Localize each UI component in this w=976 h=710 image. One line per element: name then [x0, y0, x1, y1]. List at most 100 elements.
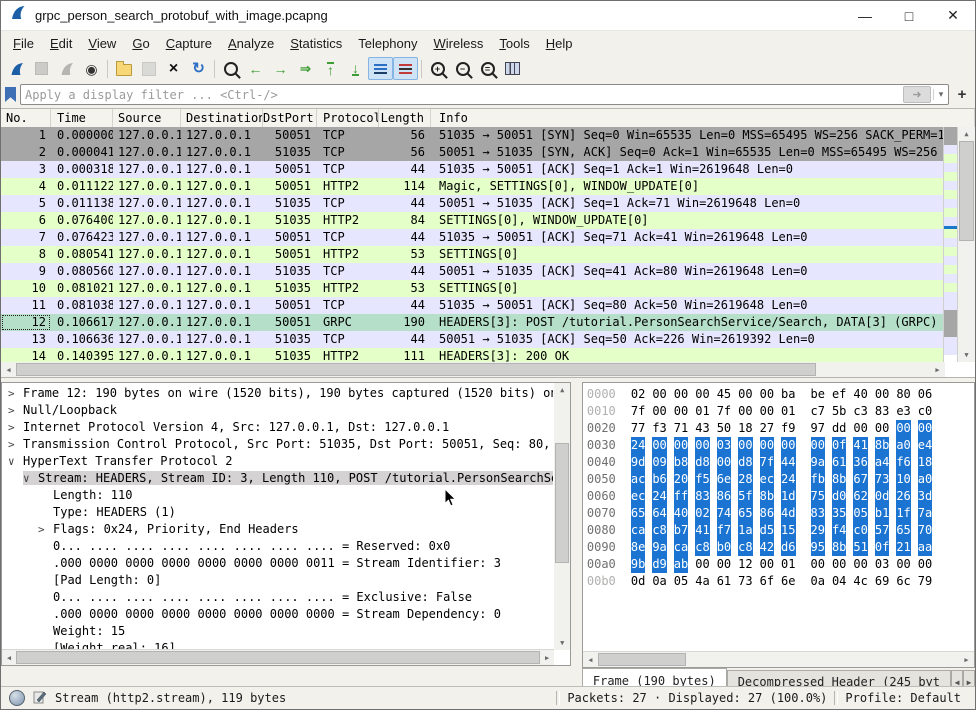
menu-telephony[interactable]: Telephony	[350, 33, 425, 54]
hex-byte[interactable]: 00	[832, 556, 846, 573]
packet-row-12[interactable]: 120.106617127.0.0.1127.0.0.150051GRPC190…	[1, 314, 945, 331]
hex-byte[interactable]: 00	[674, 437, 688, 454]
column-header-no[interactable]: No.	[1, 109, 51, 127]
expander-collapsed-icon[interactable]: >	[8, 385, 23, 402]
hex-byte[interactable]: c0	[853, 522, 867, 539]
menu-wireless[interactable]: Wireless	[426, 33, 492, 54]
hex-byte[interactable]: 6f	[760, 573, 774, 590]
hex-byte[interactable]: be	[811, 386, 825, 403]
hex-byte[interactable]: ba	[781, 386, 795, 403]
hex-byte[interactable]: 9a	[652, 539, 666, 556]
capture-options-icon[interactable]: ◉	[79, 57, 104, 80]
menu-statistics[interactable]: Statistics	[282, 33, 350, 54]
hex-byte[interactable]: 45	[717, 386, 731, 403]
hex-byte[interactable]: 00	[918, 420, 932, 437]
detail-line[interactable]: >Internet Protocol Version 4, Src: 127.0…	[2, 419, 553, 436]
hex-byte[interactable]: 77	[631, 420, 645, 437]
packet-row-11[interactable]: 110.081038127.0.0.1127.0.0.150051TCP4451…	[1, 297, 945, 314]
hex-byte[interactable]: 67	[853, 471, 867, 488]
hex-byte[interactable]: 21	[896, 539, 910, 556]
hex-byte[interactable]: 03	[717, 437, 731, 454]
hex-byte[interactable]: 00	[875, 420, 889, 437]
hex-byte[interactable]: d0	[832, 488, 846, 505]
hex-byte[interactable]: e3	[896, 403, 910, 420]
scroll-right-icon[interactable]: ▶	[930, 362, 945, 377]
hex-byte[interactable]: 04	[832, 573, 846, 590]
go-to-packet-icon[interactable]: ⇒	[293, 57, 318, 80]
packet-row-1[interactable]: 10.000000127.0.0.1127.0.0.150051TCP56510…	[1, 127, 945, 144]
hex-byte[interactable]: 9a	[811, 454, 825, 471]
hex-byte[interactable]: 4a	[695, 573, 709, 590]
hex-byte[interactable]: ca	[674, 539, 688, 556]
hex-byte[interactable]: ff	[674, 488, 688, 505]
zoom-out-icon[interactable]: −	[450, 57, 475, 80]
packet-row-4[interactable]: 40.011122127.0.0.1127.0.0.150051HTTP2114…	[1, 178, 945, 195]
hex-byte[interactable]: 9d	[631, 454, 645, 471]
go-last-packet-icon[interactable]: ↓	[343, 57, 368, 80]
hex-byte[interactable]: 00	[918, 556, 932, 573]
menu-analyze[interactable]: Analyze	[220, 33, 282, 54]
scroll-left-icon[interactable]: ◀	[1, 362, 16, 377]
hex-byte[interactable]: a0	[918, 471, 932, 488]
packet-list-minimap[interactable]	[943, 127, 958, 362]
filter-dropdown-caret[interactable]: ▾	[933, 89, 948, 100]
hex-byte[interactable]: 00	[695, 437, 709, 454]
hex-byte[interactable]: 00	[760, 437, 774, 454]
hex-byte[interactable]: 10	[896, 471, 910, 488]
hex-byte[interactable]: 00	[875, 386, 889, 403]
display-filter-input[interactable]	[21, 86, 903, 103]
hex-byte[interactable]: 00	[695, 556, 709, 573]
hex-byte[interactable]: 57	[875, 522, 889, 539]
hex-byte[interactable]: 8b	[760, 488, 774, 505]
hex-byte[interactable]: 62	[853, 488, 867, 505]
status-profile[interactable]: Profile: Default	[845, 691, 975, 705]
hex-byte[interactable]: 40	[853, 386, 867, 403]
hex-byte[interactable]: 65	[738, 505, 752, 522]
bytes-hscrollbar[interactable]: ◀ ▶	[583, 651, 974, 667]
zoom-in-icon[interactable]: +	[425, 57, 450, 80]
column-header-length[interactable]: Length	[379, 109, 431, 127]
hex-byte[interactable]: 80	[896, 386, 910, 403]
hex-byte[interactable]: 1a	[738, 522, 752, 539]
hex-byte[interactable]: 00	[652, 403, 666, 420]
details-hscroll-thumb[interactable]	[16, 651, 540, 664]
hex-byte[interactable]: d5	[760, 522, 774, 539]
hex-byte[interactable]: 8b	[832, 471, 846, 488]
filter-bookmark-icon[interactable]	[5, 87, 16, 102]
menu-go[interactable]: Go	[124, 33, 157, 54]
hex-byte[interactable]: d6	[781, 539, 795, 556]
expander-collapsed-icon[interactable]: >	[38, 521, 53, 538]
hex-byte[interactable]: 03	[875, 556, 889, 573]
hex-byte[interactable]: 01	[695, 403, 709, 420]
hex-byte[interactable]: 0d	[631, 573, 645, 590]
packet-row-2[interactable]: 20.000041127.0.0.1127.0.0.151035TCP56500…	[1, 144, 945, 161]
hex-byte[interactable]: 6c	[896, 573, 910, 590]
colorize-toggle-icon[interactable]	[393, 57, 418, 80]
hex-byte[interactable]: c8	[738, 539, 752, 556]
hex-byte[interactable]: 51	[853, 539, 867, 556]
hex-byte[interactable]: 65	[896, 522, 910, 539]
hex-byte[interactable]: 24	[781, 471, 795, 488]
hex-byte[interactable]: 00	[738, 403, 752, 420]
packet-row-6[interactable]: 60.076400127.0.0.1127.0.0.151035HTTP284S…	[1, 212, 945, 229]
hex-byte[interactable]: ec	[760, 471, 774, 488]
zoom-original-icon[interactable]: =	[475, 57, 500, 80]
hex-byte[interactable]: 4c	[853, 573, 867, 590]
menu-edit[interactable]: Edit	[42, 33, 80, 54]
hex-byte[interactable]: 29	[811, 522, 825, 539]
hex-byte[interactable]: b0	[717, 539, 731, 556]
filter-apply-button[interactable]: ➜	[903, 86, 931, 103]
packet-list-hscrollbar[interactable]: ◀ ▶	[1, 362, 945, 377]
go-forward-icon[interactable]: →	[268, 57, 293, 80]
hex-byte[interactable]: ef	[832, 386, 846, 403]
hex-byte[interactable]: c7	[811, 403, 825, 420]
hex-byte[interactable]: 0a	[811, 573, 825, 590]
hex-byte[interactable]: 8e	[631, 539, 645, 556]
menu-help[interactable]: Help	[538, 33, 581, 54]
scroll-right-icon[interactable]: ▶	[540, 650, 554, 665]
hex-byte[interactable]: f3	[652, 420, 666, 437]
detail-line[interactable]: ∨Stream: HEADERS, Stream ID: 3, Length 1…	[2, 470, 553, 487]
hex-byte[interactable]: 83	[875, 403, 889, 420]
start-capture-icon[interactable]	[4, 57, 29, 80]
close-button[interactable]: ✕	[931, 1, 975, 30]
